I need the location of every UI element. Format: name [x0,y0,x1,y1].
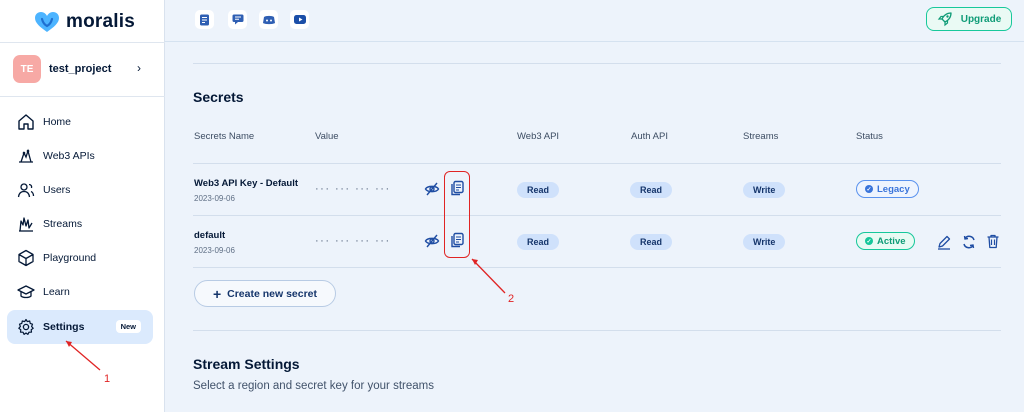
table-divider [193,215,1001,216]
annotation-arrow-2 [471,258,506,294]
discord-icon[interactable] [259,10,278,29]
sidebar-item-users[interactable]: Users [7,173,153,207]
table-divider [193,163,1001,164]
web3-api-permission: Read [517,234,560,250]
status-badge: ✓ Active [856,232,915,250]
annotation-label-2: 2 [508,293,515,305]
upgrade-button[interactable]: Upgrade [926,7,1012,31]
column-header: Secrets Name [194,131,255,142]
learn-icon [17,285,35,299]
users-icon [17,183,35,198]
sidebar-item-playground[interactable]: Playground [7,241,153,275]
chevron-right-icon: › [137,61,141,75]
sidebar-divider [0,42,165,43]
sidebar-divider [0,96,165,97]
sidebar-item-label: Learn [43,286,70,298]
top-bar [165,0,1024,42]
streams-permission: Write [743,234,786,250]
upgrade-label: Upgrade [960,13,1002,25]
eye-slash-icon[interactable] [424,233,440,249]
secret-date: 2023-09-06 [194,246,235,255]
sidebar-item-streams[interactable]: Streams [7,207,153,241]
plus-icon: + [212,285,222,302]
web3-api-permission: Read [517,182,560,198]
eye-slash-icon[interactable] [424,181,440,197]
trash-icon[interactable] [985,233,1001,249]
sidebar-item-label: Settings [43,321,85,333]
status-label: Legacy [877,183,910,195]
rocket-icon [937,12,952,27]
sidebar-item-settings[interactable]: Settings New [7,310,153,344]
streams-permission: Write [743,182,786,198]
sidebar-item-home[interactable]: Home [7,105,153,139]
streams-icon [19,217,33,232]
column-header: Streams [743,131,779,142]
column-header: Auth API [631,131,668,142]
docs-icon[interactable] [195,10,214,29]
section-divider [193,63,1001,64]
secrets-heading: Secrets [193,89,244,105]
create-new-secret-button[interactable]: + Create new secret [194,280,336,307]
playground-icon [18,249,34,267]
brand-name: moralis [66,11,135,32]
sidebar-item-label: Streams [43,218,83,230]
project-selector[interactable]: TE test_project › [13,55,153,83]
auth-api-permission: Read [630,234,673,250]
create-new-secret-label: Create new secret [227,287,318,300]
edit-icon[interactable] [936,234,952,250]
copy-highlight-box [444,171,470,258]
project-avatar: TE [13,55,41,83]
status-badge: ✓ Legacy [856,180,919,198]
secret-name: default [194,230,226,241]
sidebar-item-label: Home [43,116,72,128]
youtube-icon[interactable] [290,10,309,29]
sidebar-item-web3-apis[interactable]: Web3 APIs [7,139,153,173]
annotation-label-1: 1 [104,373,111,385]
sidebar-item-learn[interactable]: Learn [7,275,153,309]
sidebar: moralis TE test_project › Home Web3 APIs… [0,0,165,412]
home-icon [18,114,34,130]
column-header: Web3 API [517,131,560,142]
brand-logo[interactable]: moralis [34,10,135,34]
column-header: Value [315,131,339,142]
column-header: Status [856,131,883,142]
forum-icon[interactable] [228,10,247,29]
stream-settings-heading: Stream Settings [193,356,300,372]
table-divider [193,267,1001,268]
project-name: test_project [49,63,112,75]
sidebar-item-label: Web3 APIs [43,150,95,162]
refresh-icon[interactable] [961,234,977,250]
secret-name: Web3 API Key - Default [194,178,298,189]
secret-value-masked: ··· ··· ··· ··· [315,235,391,247]
stream-settings-subtitle: Select a region and secret key for your … [193,380,434,392]
auth-api-permission: Read [630,182,673,198]
secret-date: 2023-09-06 [194,194,235,203]
status-label: Active [877,235,906,247]
gear-icon [18,318,34,335]
moralis-logo-icon [35,12,59,32]
secret-value-masked: ··· ··· ··· ··· [315,183,391,195]
web3-apis-icon [19,148,33,163]
check-icon: ✓ [865,237,873,245]
section-divider [193,330,1001,331]
check-icon: ✓ [865,185,873,193]
sidebar-item-label: Playground [43,252,97,264]
sidebar-item-label: Users [43,184,71,196]
arrowhead-2 [472,259,478,265]
new-badge: New [115,320,141,333]
